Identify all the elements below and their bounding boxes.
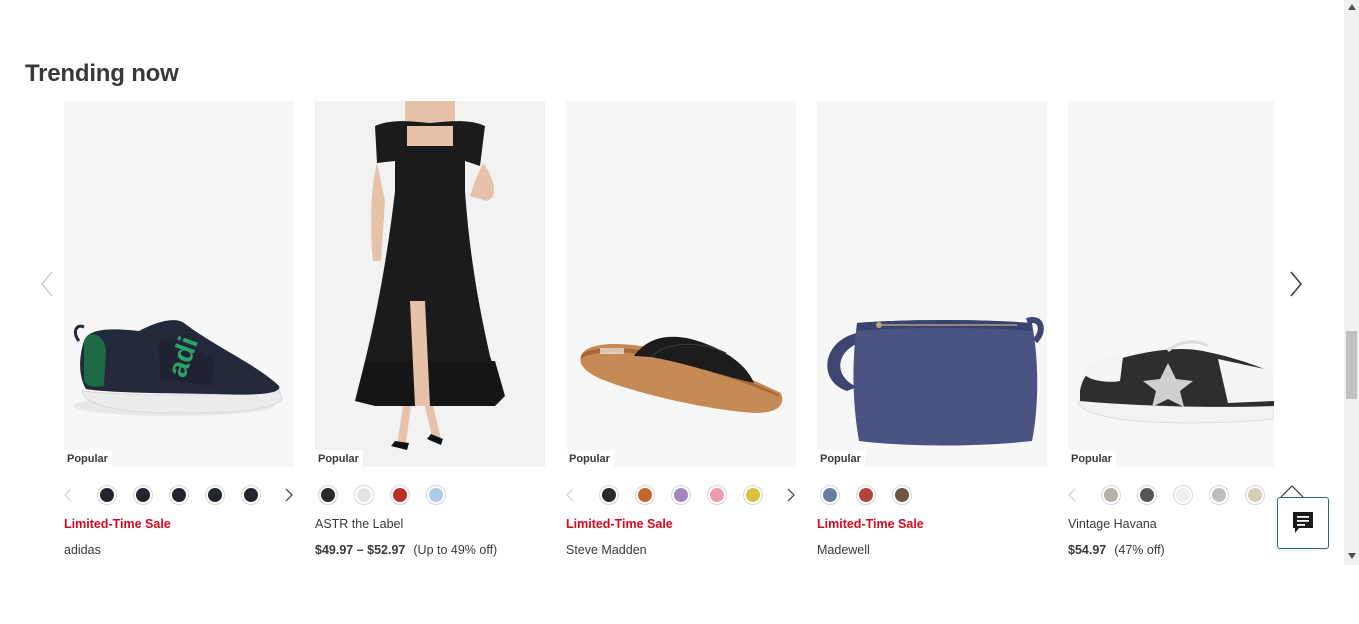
- brand-name[interactable]: Madewell: [817, 543, 870, 557]
- sandal-illustration: [580, 336, 783, 413]
- color-swatch[interactable]: [390, 485, 410, 505]
- color-swatch[interactable]: [671, 485, 691, 505]
- product-image[interactable]: Popular: [817, 101, 1047, 467]
- color-swatch[interactable]: [635, 485, 655, 505]
- color-swatch[interactable]: [707, 485, 727, 505]
- scroll-up-arrow[interactable]: [1344, 0, 1359, 14]
- product-card[interactable]: Popular Limited-Time Sale Madewell: [817, 101, 1047, 571]
- chevron-right-icon: [787, 488, 795, 502]
- product-card[interactable]: Popular ASTR the Label $49.97 – $52.97 (U…: [315, 101, 545, 571]
- swatch-next-button[interactable]: [281, 485, 297, 505]
- popular-badge: Popular: [315, 450, 363, 467]
- color-swatches: [566, 482, 806, 508]
- discount: (47% off): [1114, 543, 1165, 557]
- carousel-next-button[interactable]: [1280, 268, 1312, 300]
- popular-badge: Popular: [64, 450, 112, 467]
- brand-name[interactable]: Steve Madden: [566, 543, 647, 557]
- back-to-top-button[interactable]: [1280, 484, 1304, 498]
- brand-name[interactable]: ASTR the Label: [315, 517, 403, 531]
- color-swatches: [315, 482, 555, 508]
- color-swatch[interactable]: [599, 485, 619, 505]
- swatch-prev-button[interactable]: [1064, 485, 1080, 505]
- color-swatch[interactable]: [354, 485, 374, 505]
- product-image[interactable]: adi Popular: [64, 101, 294, 467]
- triangle-down-icon: [1347, 553, 1356, 559]
- color-swatch[interactable]: [241, 485, 261, 505]
- brand-name[interactable]: adidas: [64, 543, 101, 557]
- chat-button[interactable]: [1277, 497, 1329, 549]
- sale-label: Limited-Time Sale: [64, 517, 171, 531]
- color-swatch[interactable]: [856, 485, 876, 505]
- vertical-scrollbar[interactable]: [1344, 0, 1359, 565]
- product-image[interactable]: Popular: [315, 101, 545, 467]
- section-title: Trending now: [25, 60, 179, 87]
- popular-badge: Popular: [1068, 450, 1116, 467]
- price: $54.97 (47% off): [1068, 543, 1165, 557]
- trending-section: Trending now adi Popular Limited-Time Sa…: [0, 0, 1344, 565]
- sale-label: Limited-Time Sale: [817, 517, 924, 531]
- popular-badge: Popular: [566, 450, 614, 467]
- color-swatch[interactable]: [133, 485, 153, 505]
- color-swatch[interactable]: [820, 485, 840, 505]
- color-swatch[interactable]: [169, 485, 189, 505]
- crossbody-bag-illustration: [827, 317, 1044, 446]
- color-swatch[interactable]: [1173, 485, 1193, 505]
- color-swatch[interactable]: [318, 485, 338, 505]
- chevron-left-icon: [64, 488, 72, 502]
- chevron-up-icon: [1280, 485, 1304, 498]
- color-swatches: [817, 482, 1057, 508]
- star-sneaker-illustration: [1077, 340, 1274, 424]
- color-swatch[interactable]: [1101, 485, 1121, 505]
- color-swatches: [1068, 482, 1308, 508]
- product-image[interactable]: Popular: [1068, 101, 1274, 467]
- discount: (Up to 49% off): [413, 543, 498, 557]
- color-swatch[interactable]: [97, 485, 117, 505]
- price-value: $49.97 – $52.97: [315, 543, 406, 557]
- price-value: $54.97: [1068, 543, 1107, 557]
- color-swatch[interactable]: [743, 485, 763, 505]
- product-card[interactable]: Popular Vintage Havana $54.97 (47% off): [1068, 101, 1274, 571]
- sale-label: Limited-Time Sale: [566, 517, 673, 531]
- color-swatch[interactable]: [1137, 485, 1157, 505]
- carousel-prev-button[interactable]: [31, 268, 63, 300]
- scrollbar-thumb[interactable]: [1346, 331, 1357, 399]
- color-swatch[interactable]: [205, 485, 225, 505]
- product-card[interactable]: Popular Limited-Time Sale Steve Madden: [566, 101, 796, 571]
- swatch-prev-button[interactable]: [60, 485, 76, 505]
- chat-icon: [1293, 512, 1313, 533]
- dress-illustration: [355, 101, 505, 450]
- brand-name[interactable]: Vintage Havana: [1068, 517, 1157, 531]
- chevron-left-icon: [566, 488, 574, 502]
- swatch-prev-button[interactable]: [562, 485, 578, 505]
- triangle-up-icon: [1347, 4, 1356, 10]
- product-card[interactable]: adi Popular Limited-Time Sale adidas: [64, 101, 294, 571]
- scroll-down-arrow[interactable]: [1344, 549, 1359, 563]
- price: $49.97 – $52.97 (Up to 49% off): [315, 543, 497, 557]
- chevron-left-icon: [1068, 488, 1076, 502]
- color-swatch[interactable]: [426, 485, 446, 505]
- sneaker-illustration: adi: [73, 320, 283, 416]
- color-swatch[interactable]: [1209, 485, 1229, 505]
- swatch-next-button[interactable]: [783, 485, 799, 505]
- color-swatch[interactable]: [1245, 485, 1265, 505]
- popular-badge: Popular: [817, 450, 865, 467]
- chevron-right-icon: [285, 488, 293, 502]
- color-swatches: [64, 482, 304, 508]
- chevron-right-icon: [1290, 271, 1302, 297]
- product-image[interactable]: Popular: [566, 101, 796, 467]
- color-swatch[interactable]: [892, 485, 912, 505]
- chevron-left-icon: [41, 271, 53, 297]
